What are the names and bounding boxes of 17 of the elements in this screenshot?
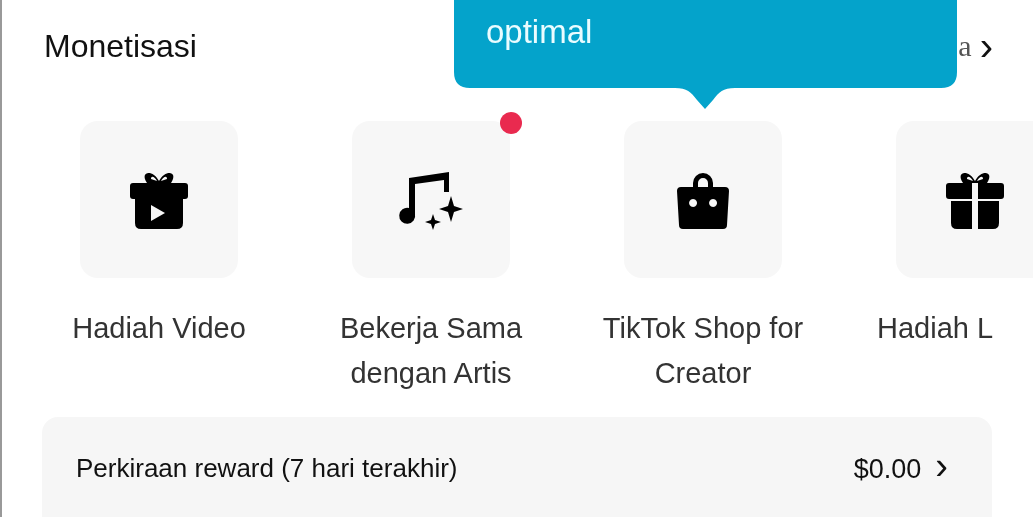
feature-tile[interactable] [352, 121, 510, 278]
feature-tile[interactable] [624, 121, 782, 278]
notification-dot [500, 112, 522, 134]
section-title: Monetisasi [44, 27, 197, 65]
chevron-icon[interactable]: › [979, 26, 993, 66]
feature-label[interactable]: Hadiah Video [41, 306, 277, 351]
reward-value: $0.00 [853, 453, 922, 485]
chevron-icon: › [935, 447, 948, 485]
reward-label: Perkiraan reward (7 hari terakhir) [76, 453, 458, 484]
link-text[interactable]: a [958, 29, 972, 63]
feature-label[interactable]: Bekerja Sama dengan Artis [313, 306, 549, 396]
feature-tile[interactable] [896, 121, 1033, 278]
tooltip-text: optimal [486, 12, 593, 52]
feature-tile[interactable] [80, 121, 238, 278]
feature-label[interactable]: Hadiah L [857, 306, 1033, 351]
reward-row[interactable]: Perkiraan reward (7 hari terakhir) $0.00 › [42, 417, 992, 517]
feature-label[interactable]: TikTok Shop for Creator [585, 306, 821, 396]
